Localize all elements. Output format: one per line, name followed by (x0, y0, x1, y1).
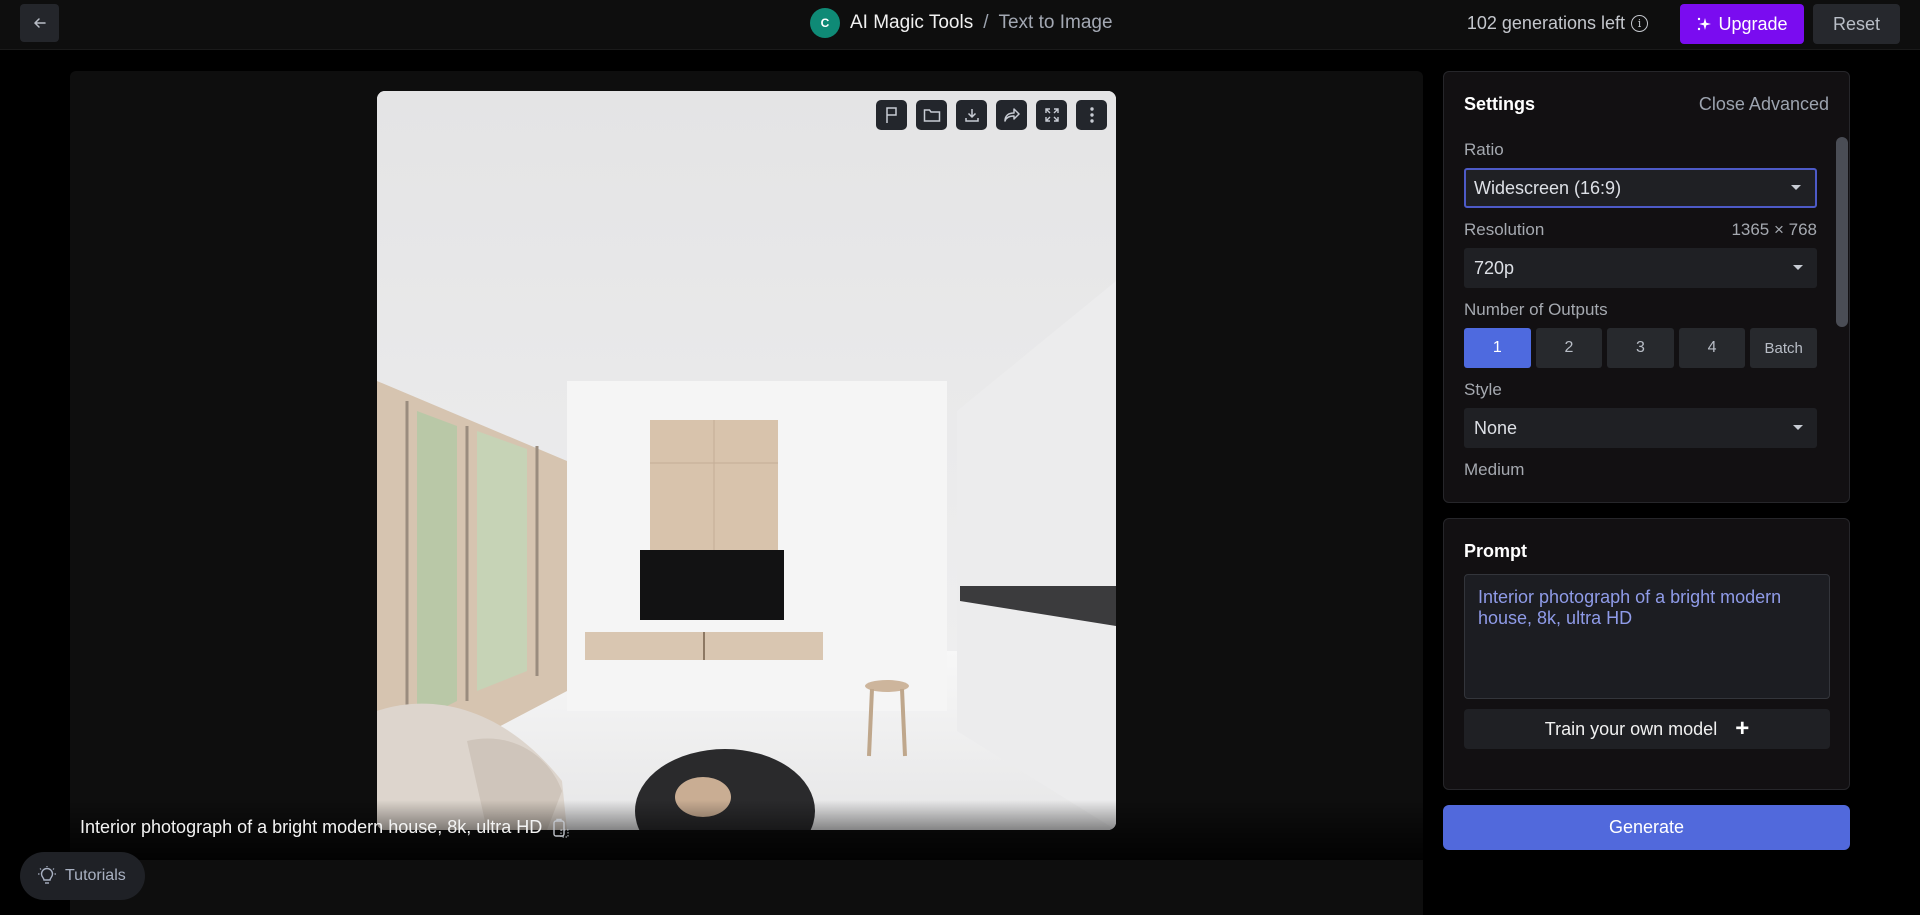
prompt-input[interactable]: Interior photograph of a bright modern h… (1464, 574, 1830, 699)
ratio-label: Ratio (1464, 140, 1504, 159)
outputs-selector: 1 2 3 4 Batch (1464, 328, 1817, 368)
generations-counter: 102 generations left i (1467, 13, 1648, 34)
breadcrumb-page: Text to Image (998, 12, 1113, 33)
flag-icon (885, 107, 897, 123)
close-advanced-link[interactable]: Close Advanced (1699, 94, 1829, 115)
resolution-label: Resolution (1464, 220, 1545, 239)
interior-photo (377, 91, 1116, 830)
tutorials-label: Tutorials (65, 867, 126, 884)
chevron-down-icon (1791, 185, 1801, 190)
image-toolbar (876, 100, 1107, 130)
output-option-3[interactable]: 3 (1607, 328, 1674, 368)
tutorials-button[interactable]: Tutorials (20, 852, 145, 900)
caption-text: Interior photograph of a bright modern h… (80, 817, 543, 837)
app-logo: C (810, 8, 840, 38)
download-button[interactable] (956, 100, 987, 130)
generated-image[interactable] (377, 91, 1116, 830)
ratio-value: Widescreen (16:9) (1474, 177, 1622, 198)
ratio-select[interactable]: Widescreen (16:9) (1464, 168, 1817, 208)
settings-title: Settings (1464, 94, 1536, 114)
breadcrumb-separator: / (983, 12, 989, 33)
chevron-down-icon (1793, 425, 1803, 430)
breadcrumb: C AI Magic Tools / Text to Image (810, 8, 1113, 38)
info-icon[interactable]: i (1631, 15, 1648, 32)
train-model-label: Train your own model (1544, 718, 1718, 739)
settings-panel: Settings Close Advanced Ratio Widescreen… (1443, 71, 1850, 503)
folder-icon (923, 109, 940, 122)
scrollbar-thumb[interactable] (1836, 137, 1848, 327)
arrow-left-icon (33, 18, 46, 28)
report-button[interactable] (876, 100, 907, 130)
save-to-folder-button[interactable] (916, 100, 947, 130)
image-caption: Interior photograph of a bright modern h… (80, 817, 570, 838)
reset-button[interactable]: Reset (1813, 4, 1900, 44)
style-select[interactable]: None (1464, 408, 1817, 448)
share-icon (1003, 108, 1020, 122)
output-option-4[interactable]: 4 (1678, 328, 1746, 368)
style-label: Style (1464, 380, 1502, 399)
outputs-label: Number of Outputs (1464, 300, 1608, 319)
chevron-down-icon (1793, 265, 1803, 270)
more-options-button[interactable] (1076, 100, 1107, 130)
download-icon (964, 109, 979, 122)
medium-label: Medium (1464, 460, 1525, 479)
output-option-1[interactable]: 1 (1464, 328, 1531, 368)
fullscreen-button[interactable] (1036, 100, 1067, 130)
output-option-2[interactable]: 2 (1535, 328, 1603, 368)
settings-scrollbar[interactable] (1836, 72, 1849, 502)
share-button[interactable] (996, 100, 1027, 130)
sparkle-icon (1698, 17, 1712, 31)
copy-icon[interactable] (552, 818, 570, 838)
resolution-value: 720p (1474, 257, 1515, 278)
fullscreen-icon (1044, 108, 1059, 122)
top-bar: C AI Magic Tools / Text to Image 102 gen… (0, 0, 1920, 50)
back-button[interactable] (20, 4, 59, 42)
more-icon (1089, 107, 1094, 123)
generate-button[interactable]: Generate (1443, 805, 1850, 850)
train-model-button[interactable]: Train your own model + (1464, 709, 1830, 749)
lightbulb-icon (38, 866, 56, 884)
breadcrumb-app[interactable]: AI Magic Tools (850, 12, 973, 34)
resolution-select[interactable]: 720p (1464, 248, 1817, 288)
generations-left-text: 102 generations left (1466, 13, 1625, 33)
resolution-dimensions: 1365 × 768 (1731, 220, 1817, 239)
output-option-batch[interactable]: Batch (1750, 328, 1817, 368)
style-value: None (1474, 417, 1518, 438)
upgrade-label: Upgrade (1718, 13, 1788, 34)
prompt-title: Prompt (1464, 541, 1527, 561)
prompt-panel: Prompt Interior photograph of a bright m… (1443, 518, 1850, 790)
plus-icon: + (1735, 715, 1750, 742)
upgrade-button[interactable]: Upgrade (1680, 4, 1804, 44)
